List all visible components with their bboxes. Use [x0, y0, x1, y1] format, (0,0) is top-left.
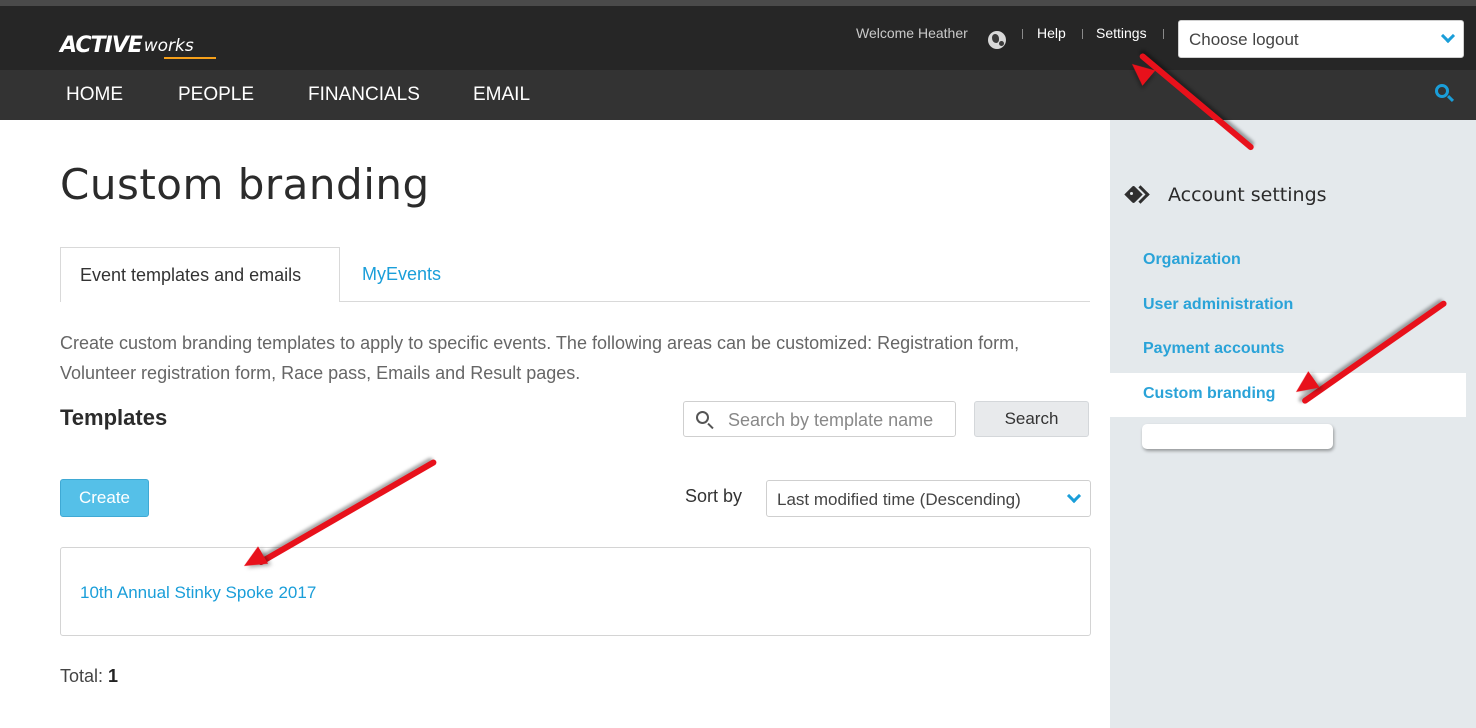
tab-event-templates[interactable]: Event templates and emails [60, 247, 340, 302]
welcome-text: Welcome Heather [856, 25, 968, 41]
settings-link[interactable]: Settings [1096, 25, 1147, 41]
page-title: Custom branding [60, 160, 430, 209]
nav-home[interactable]: HOME [66, 84, 123, 106]
logout-select[interactable]: Choose logout [1178, 20, 1464, 58]
logo-works-text: works [143, 36, 194, 56]
template-list-item: 10th Annual Stinky Spoke 2017 [60, 547, 1091, 636]
sidebar-title: Account settings [1168, 184, 1327, 206]
divider [1163, 29, 1164, 39]
search-icon [696, 411, 709, 424]
page-description: Create custom branding templates to appl… [60, 333, 1020, 383]
chevron-down-icon [1440, 28, 1456, 44]
search-icon[interactable] [1435, 84, 1455, 104]
sort-select-value: Last modified time (Descending) [777, 490, 1021, 509]
sort-select[interactable]: Last modified time (Descending) [766, 480, 1091, 517]
divider [1082, 29, 1083, 39]
total-value: 1 [108, 666, 119, 686]
sidebar-item-organization[interactable]: Organization [1143, 251, 1241, 269]
chevron-down-icon [1066, 488, 1082, 504]
logout-select-value: Choose logout [1189, 30, 1299, 49]
activeworks-logo[interactable]: ACTIVE works [60, 30, 216, 59]
template-link[interactable]: 10th Annual Stinky Spoke 2017 [80, 583, 316, 603]
main-nav: HOME PEOPLE FINANCIALS EMAIL [0, 70, 1476, 120]
nav-email[interactable]: EMAIL [473, 84, 530, 106]
template-search-input[interactable] [728, 408, 954, 432]
sidebar-item-custom-branding[interactable]: Custom branding [1143, 385, 1275, 403]
total-count: Total: 1 [60, 666, 118, 687]
logo-active-text: ACTIVE [60, 33, 143, 58]
sidebar-item-user-administration[interactable]: User administration [1143, 296, 1293, 314]
nav-people[interactable]: PEOPLE [178, 84, 254, 106]
tab-myevents[interactable]: MyEvents [362, 264, 441, 285]
tab-label: Event templates and emails [80, 265, 302, 285]
search-button[interactable]: Search [974, 401, 1089, 437]
divider [1022, 29, 1023, 39]
redacted-sidebar-item [1142, 424, 1333, 449]
total-label: Total: [60, 666, 104, 686]
help-link[interactable]: Help [1037, 25, 1066, 41]
create-button[interactable]: Create [60, 479, 149, 517]
sort-label: Sort by [685, 486, 743, 506]
tags-icon [1124, 185, 1150, 204]
logo-underline [164, 57, 216, 59]
globe-icon[interactable] [988, 31, 1006, 49]
sidebar-item-payment-accounts[interactable]: Payment accounts [1143, 340, 1284, 358]
templates-heading: Templates [60, 405, 168, 430]
nav-financials[interactable]: FINANCIALS [308, 84, 420, 106]
template-search-box [683, 401, 956, 437]
